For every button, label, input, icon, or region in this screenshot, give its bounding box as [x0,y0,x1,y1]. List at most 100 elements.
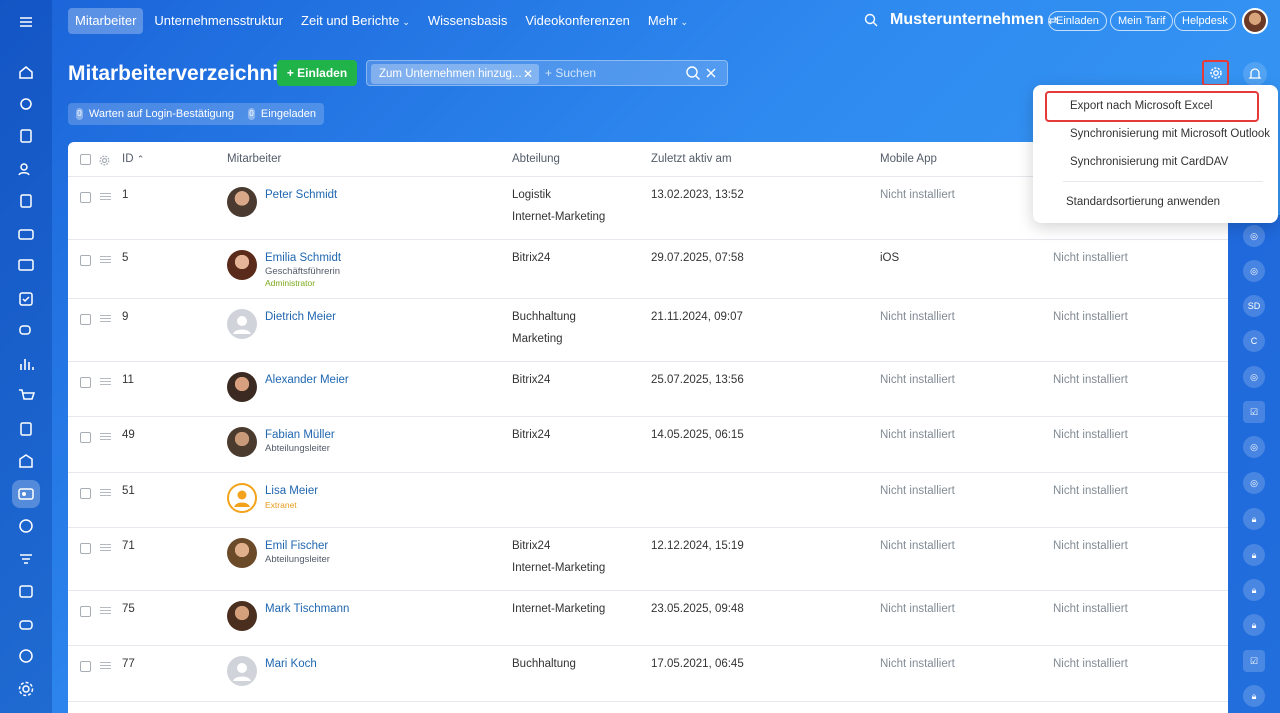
row-checkbox[interactable] [80,255,91,266]
chat-avatar-sd[interactable]: SD [1243,295,1265,317]
helpdesk-button[interactable]: Helpdesk [1174,11,1236,31]
employee-name-link[interactable]: Lisa Meier [265,485,318,497]
menu-item-export-excel[interactable]: Export nach Microsoft Excel [1070,100,1213,112]
employee-name-link[interactable]: Dietrich Meier [265,311,336,323]
employee-name-link[interactable]: Fabian Müller [265,429,335,441]
select-all-checkbox[interactable] [80,154,91,165]
home-icon[interactable] [12,58,40,86]
row-checkbox[interactable] [80,488,91,499]
filter-search-box[interactable]: Zum Unternehmen hinzug... ✕ + Suchen [366,60,728,86]
nav-tab-employees[interactable]: Mitarbeiter [68,8,144,34]
avatar[interactable] [227,538,257,568]
marketing-icon[interactable] [12,642,40,670]
screen-icon[interactable] [12,252,40,280]
clear-search-icon[interactable] [703,65,719,86]
column-employee[interactable]: Mitarbeiter [227,153,281,165]
robot-icon[interactable] [12,610,40,638]
row-checkbox[interactable] [80,606,91,617]
row-drag-handle-icon[interactable] [100,489,111,496]
calendar-icon[interactable] [12,577,40,605]
employee-name-link[interactable]: Mark Tischmann [265,603,349,615]
card-icon[interactable] [12,220,40,248]
table-row[interactable]: 5 Emilia Schmidt Geschäftsführerin Admin… [68,240,1228,299]
lock-icon[interactable]: 🔒︎ [1243,579,1265,601]
search-icon[interactable] [685,65,701,86]
employee-name-link[interactable]: Emil Fischer [265,540,328,552]
search-input[interactable]: + Suchen [545,66,596,80]
table-row[interactable]: 77 Mari Koch Buchhaltung 17.05.2021, 06:… [68,646,1228,702]
column-settings-gear-icon[interactable] [99,153,110,171]
invite-top-button[interactable]: Einladen [1048,11,1107,31]
row-checkbox[interactable] [80,377,91,388]
table-row[interactable]: 11 Alexander Meier Bitrix24 25.07.2025, … [68,362,1228,417]
chat-avatar-icon[interactable]: ◎ [1243,366,1265,388]
avatar-placeholder-icon[interactable] [227,309,257,339]
employees-icon[interactable] [12,480,40,508]
avatar[interactable] [227,427,257,457]
chat-avatar-icon[interactable]: ◎ [1243,436,1265,458]
row-checkbox[interactable] [80,543,91,554]
feed-icon[interactable] [12,90,40,118]
row-drag-handle-icon[interactable] [100,433,111,440]
employee-name-link[interactable]: Mari Koch [265,658,317,670]
chat-avatar-icon[interactable]: ◎ [1243,472,1265,494]
row-checkbox[interactable] [80,661,91,672]
tasks-icon[interactable] [12,285,40,313]
nav-tab-company-structure[interactable]: Unternehmensstruktur [147,8,290,34]
contacts-icon[interactable] [12,155,40,183]
avatar[interactable] [227,187,257,217]
lock-icon[interactable]: 🔒︎ [1243,685,1265,707]
sign-document-icon[interactable] [12,415,40,443]
funnel-icon[interactable] [12,545,40,573]
lock-icon[interactable]: 🔒︎ [1243,544,1265,566]
table-row[interactable]: 49 Fabian Müller Abteilungsleiter Bitrix… [68,417,1228,473]
row-drag-handle-icon[interactable] [100,193,111,200]
row-drag-handle-icon[interactable] [100,544,111,551]
row-drag-handle-icon[interactable] [100,662,111,669]
extranet-avatar-icon[interactable] [227,483,257,513]
employee-name-link[interactable]: Alexander Meier [265,374,349,386]
company-name[interactable]: Musterunternehmen ⇄ [890,11,1057,29]
row-drag-handle-icon[interactable] [100,378,111,385]
table-row[interactable]: 9 Dietrich Meier Buchhaltung Marketing 2… [68,299,1228,362]
inventory-icon[interactable] [12,447,40,475]
column-mobile-app[interactable]: Mobile App [880,153,937,165]
files-icon[interactable] [12,187,40,215]
row-checkbox[interactable] [80,192,91,203]
task-check-icon[interactable]: ☑ [1243,401,1265,423]
hamburger-menu-icon[interactable] [12,8,40,36]
analytics-icon[interactable] [12,350,40,378]
column-department[interactable]: Abteilung [512,153,560,165]
menu-item-default-sort[interactable]: Standardsortierung anwenden [1066,196,1220,208]
sites-icon[interactable] [12,512,40,540]
notifications-bell-icon[interactable] [1243,62,1267,86]
list-settings-button[interactable] [1202,60,1229,86]
avatar[interactable] [227,372,257,402]
row-drag-handle-icon[interactable] [100,256,111,263]
avatar[interactable] [227,250,257,280]
table-row[interactable]: 71 Emil Fischer Abteilungsleiter Bitrix2… [68,528,1228,591]
my-tariff-button[interactable]: Mein Tarif [1110,11,1174,31]
row-drag-handle-icon[interactable] [100,315,111,322]
table-row[interactable]: 51 Lisa Meier Extranet Nicht installiert… [68,473,1228,528]
row-checkbox[interactable] [80,432,91,443]
invite-button[interactable]: + Einladen [277,60,357,86]
nav-tab-time-reports[interactable]: Zeit und Berichte ⌄ [294,8,417,34]
avatar[interactable] [227,601,257,631]
task-check-icon[interactable]: ☑ [1243,650,1265,672]
avatar-placeholder-icon[interactable] [227,656,257,686]
counter-invited[interactable]: Eingeladen [261,108,316,120]
chat-icon[interactable] [12,317,40,345]
menu-item-sync-outlook[interactable]: Synchronisierung mit Microsoft Outlook [1070,128,1270,140]
employee-name-link[interactable]: Peter Schmidt [265,189,337,201]
menu-item-sync-carddav[interactable]: Synchronisierung mit CardDAV [1070,156,1228,168]
chat-avatar-c[interactable]: C [1243,330,1265,352]
nav-tab-more[interactable]: Mehr ⌄ [641,8,695,34]
row-checkbox[interactable] [80,314,91,325]
nav-tab-knowledge-base[interactable]: Wissensbasis [421,8,514,34]
settings-gear-icon[interactable] [12,675,40,703]
row-drag-handle-icon[interactable] [100,607,111,614]
lock-icon[interactable]: 🔒︎ [1243,508,1265,530]
chat-avatar-icon[interactable]: ◎ [1243,225,1265,247]
nav-tab-video-conferences[interactable]: Videokonferenzen [518,8,637,34]
